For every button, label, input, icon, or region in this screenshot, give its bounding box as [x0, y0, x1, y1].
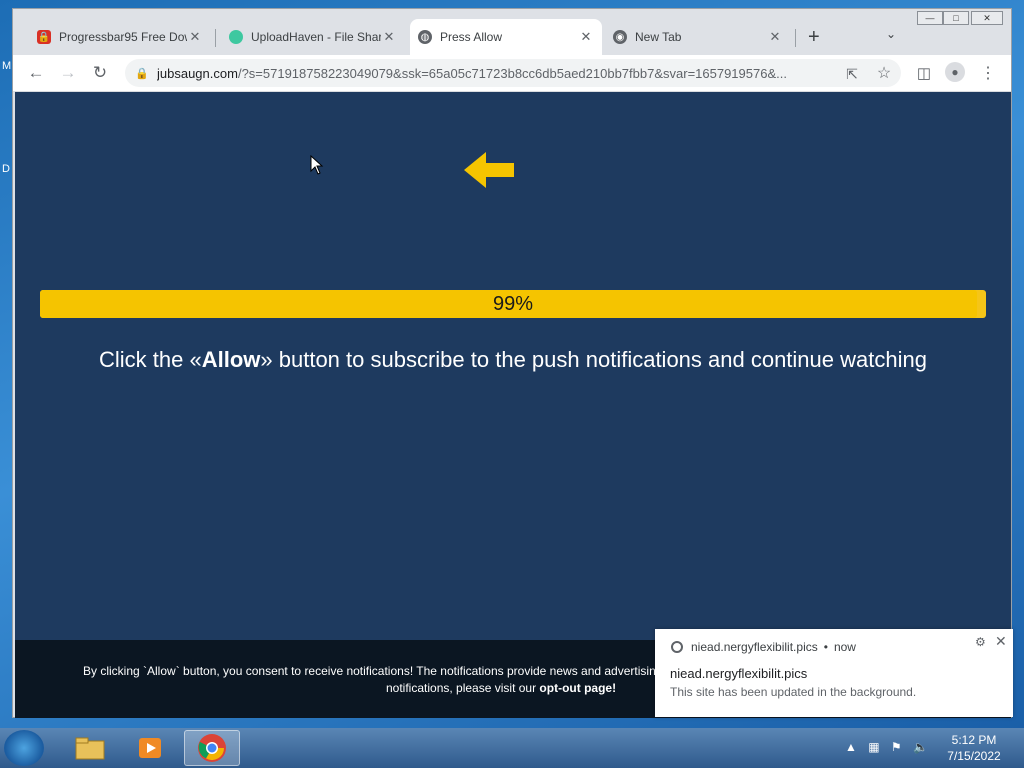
clock-time: 5:12 PM: [951, 733, 997, 747]
tab-close-icon[interactable]: ✕: [187, 29, 203, 45]
toolbar: ← → ↻ 🔒 jubsaugn.com/?s=5719187582230490…: [13, 55, 1011, 92]
tab-new-tab[interactable]: ◉ New Tab ✕: [605, 19, 791, 55]
tray-expand-icon[interactable]: ▲: [845, 740, 857, 754]
profile-avatar-icon[interactable]: ●: [945, 62, 965, 82]
tab-close-icon[interactable]: ✕: [578, 29, 594, 45]
notification-source: niead.nergyflexibilit.pics • now: [671, 640, 856, 654]
opt-out-link[interactable]: opt-out page!: [539, 681, 616, 695]
minimize-button[interactable]: —: [917, 11, 943, 25]
browser-window: 🔒 Progressbar95 Free Dow ✕ UploadHaven -…: [12, 8, 1012, 718]
volume-icon[interactable]: 🔈: [913, 740, 928, 754]
bookmark-star-icon[interactable]: ☆: [873, 63, 895, 85]
footer-text-line2-prefix: notifications, please visit our: [386, 681, 540, 695]
tab-title: Press Allow: [440, 30, 503, 44]
globe-icon: ◍: [418, 30, 432, 44]
back-arrow-icon[interactable]: ←: [25, 62, 47, 84]
left-arrow-icon: [464, 152, 514, 188]
progress-bar: 99%: [40, 290, 986, 318]
chrome-icon: ◉: [613, 30, 627, 44]
system-tray: ▲ ▦ ⚑ 🔈: [845, 740, 928, 754]
menu-kebab-icon[interactable]: ⋮: [977, 63, 999, 85]
tab-strip: 🔒 Progressbar95 Free Dow ✕ UploadHaven -…: [13, 9, 1011, 55]
tab-uploadhaven[interactable]: UploadHaven - File Shar ✕: [221, 19, 405, 55]
reload-icon[interactable]: ↻: [89, 62, 111, 84]
tab-press-allow[interactable]: ◍ Press Allow ✕: [410, 19, 602, 55]
gear-icon[interactable]: ⚙: [975, 635, 986, 649]
share-icon[interactable]: ⇱: [841, 63, 863, 85]
headline-allow: Allow: [201, 347, 261, 372]
tab-title: Progressbar95 Free Dow: [59, 30, 187, 44]
tab-title: New Tab: [635, 30, 682, 44]
chrome-taskbar-button[interactable]: [184, 730, 240, 766]
url-path: /?s=571918758223049079&ssk=65a05c71723b8…: [237, 65, 787, 81]
tab-title: UploadHaven - File Shar: [251, 30, 381, 44]
start-button[interactable]: [4, 730, 44, 766]
tab-divider: [215, 29, 216, 47]
tab-divider: [795, 29, 796, 47]
new-tab-button[interactable]: +: [808, 27, 820, 47]
uploadhaven-icon: [229, 30, 243, 44]
notification-source-domain: niead.nergyflexibilit.pics: [691, 640, 818, 654]
push-notification[interactable]: niead.nergyflexibilit.pics • now ⚙ ✕ nie…: [655, 629, 1013, 717]
clock-date: 7/15/2022: [947, 749, 1001, 763]
tab-search-chevron-icon[interactable]: ⌄: [886, 27, 896, 41]
network-icon[interactable]: ▦: [868, 740, 879, 754]
notification-time: now: [833, 640, 856, 654]
chrome-icon: [671, 641, 683, 653]
tab-close-icon[interactable]: ✕: [381, 29, 397, 45]
notification-separator: •: [823, 640, 828, 654]
page-content: 99% Click the «Allow» button to subscrib…: [15, 92, 1011, 718]
tab-close-icon[interactable]: ✕: [767, 29, 783, 45]
folder-icon: [75, 737, 105, 760]
close-window-button[interactable]: ✕: [971, 11, 1003, 25]
notification-body: This site has been updated in the backgr…: [670, 685, 917, 699]
explorer-taskbar-button[interactable]: [62, 730, 118, 766]
side-panel-icon[interactable]: ◫: [913, 63, 935, 85]
url-text[interactable]: jubsaugn.com/?s=571918758223049079&ssk=6…: [157, 66, 837, 81]
headline-suffix: » button to subscribe to the push notifi…: [260, 347, 927, 372]
url-domain: jubsaugn.com: [157, 65, 238, 81]
close-icon[interactable]: ✕: [995, 633, 1007, 650]
progress-label: 99%: [492, 293, 534, 315]
headline-prefix: Click the «: [99, 347, 202, 372]
lock-icon[interactable]: 🔒: [135, 67, 151, 80]
tab-progressbar95[interactable]: 🔒 Progressbar95 Free Dow ✕: [29, 19, 211, 55]
allow-instruction: Click the «Allow» button to subscribe to…: [15, 347, 1011, 373]
maximize-button[interactable]: □: [943, 11, 969, 25]
desktop-icon-label[interactable]: D: [2, 163, 10, 175]
taskbar: ▲ ▦ ⚑ 🔈 5:12 PM 7/15/2022: [0, 728, 1024, 768]
address-bar[interactable]: 🔒 jubsaugn.com/?s=571918758223049079&ssk…: [125, 59, 901, 87]
forward-arrow-icon[interactable]: →: [57, 62, 79, 84]
notification-title: niead.nergyflexibilit.pics: [670, 666, 808, 681]
action-center-icon[interactable]: ⚑: [891, 740, 902, 754]
clock[interactable]: 5:12 PM 7/15/2022: [942, 732, 1006, 764]
media-player-taskbar-button[interactable]: [122, 730, 178, 766]
media-player-icon: [139, 738, 161, 758]
desktop-icon-label[interactable]: M: [2, 60, 11, 72]
mouse-cursor-icon: [310, 155, 324, 175]
chrome-icon: [198, 734, 226, 762]
lock-red-icon: 🔒: [37, 30, 51, 44]
